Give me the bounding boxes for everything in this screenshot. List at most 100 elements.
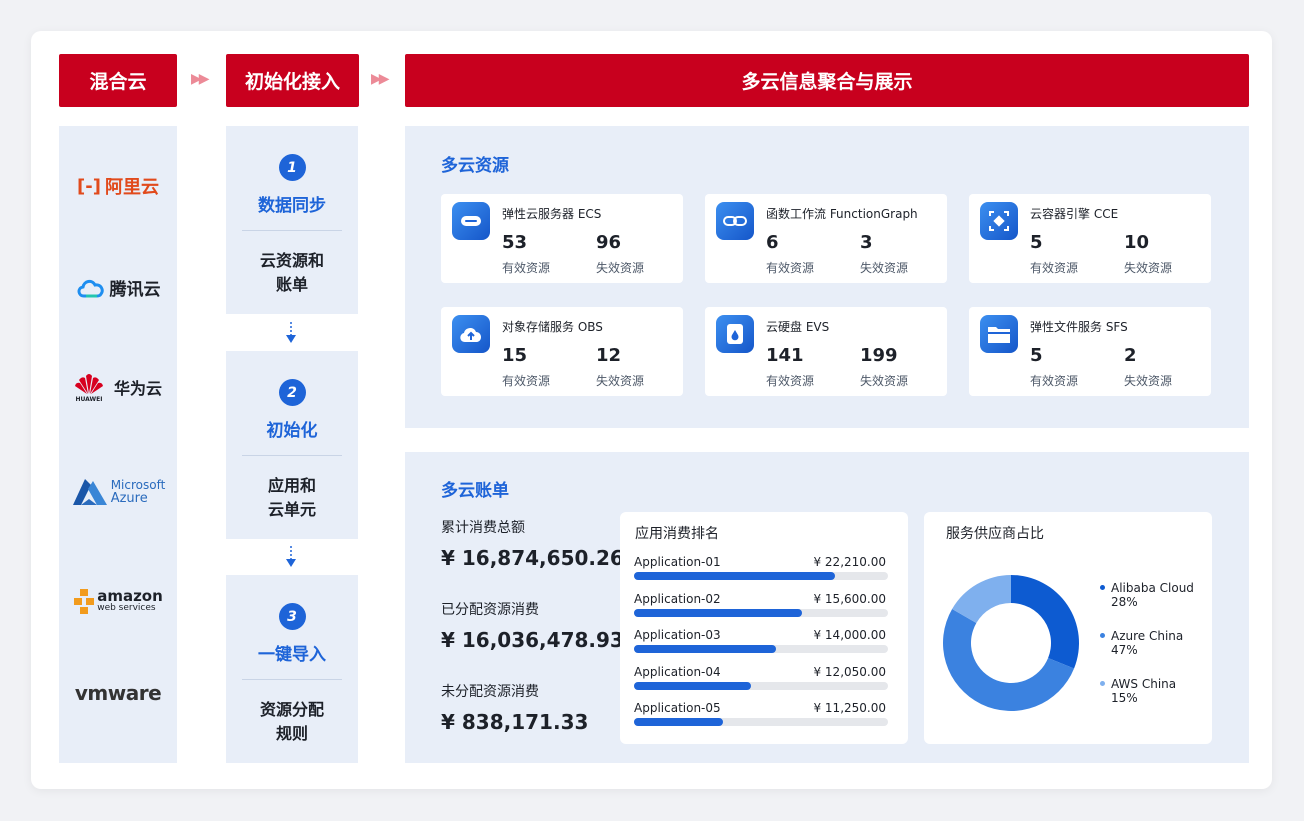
aggregation-header: 多云信息聚合与展示	[405, 54, 1249, 107]
progress-fill	[634, 681, 751, 690]
init-access-header: 初始化接入	[226, 54, 359, 107]
valid-count: 15	[502, 345, 528, 366]
step-1-box: 1 数据同步 云资源和 账单	[226, 126, 358, 314]
azure-icon	[72, 479, 107, 505]
invalid-count: 2	[1124, 345, 1137, 366]
step-desc: 云资源和 账单	[226, 231, 358, 315]
step-title: 初始化	[266, 421, 318, 441]
resource-card[interactable]: 弹性云服务器 ECS 53 96 有效资源 失效资源	[441, 194, 683, 283]
progress-fill	[634, 572, 835, 580]
invalid-label: 失效资源	[860, 374, 909, 388]
disk-icon	[716, 315, 754, 353]
step-desc: 应用和 云单元	[226, 456, 358, 540]
legend-name: AWS China	[1111, 677, 1177, 691]
arrow-down-icon	[286, 322, 296, 343]
step-2-box: 2 初始化 应用和云单元	[226, 351, 358, 539]
step-desc: 资源分配 规则	[226, 680, 358, 764]
legend-name: Azure China	[1111, 629, 1184, 643]
huawei-wordmark: HUAWEI	[75, 395, 103, 403]
app-value: ¥ 12,050.00	[813, 664, 886, 679]
donut-slice[interactable]	[1011, 575, 1079, 669]
resource-card[interactable]: 函数工作流 FunctionGraph 6 3 有效资源 失效资源	[705, 194, 947, 283]
provider-name: 华为云	[113, 379, 162, 398]
allocated-label: 已分配资源消费	[441, 602, 539, 618]
azure-logo: Microsoft Azure	[59, 474, 177, 510]
share-card: 服务供应商占比 Alibaba Cloud 28% Azure China 47% AW…	[924, 512, 1212, 744]
provider-name: web services	[97, 603, 156, 613]
legend-dot-icon	[1100, 633, 1105, 638]
step-number: 3	[278, 603, 306, 630]
ranking-row[interactable]: Application-01 ¥ 22,210.00	[634, 555, 888, 585]
main-card: 混合云 ▶▶ 初始化接入 ▶▶ 多云信息聚合与展示 [-] 阿里云 腾讯云 HU…	[31, 31, 1272, 789]
legend-item: Alibaba Cloud 28%	[1100, 581, 1194, 609]
ranking-row[interactable]: Application-03 ¥ 14,000.00	[634, 628, 888, 658]
aws-logo: amazon web services	[59, 582, 177, 622]
app-name: Application-03	[634, 628, 721, 642]
allocated-value: ¥ 16,036,478.93	[441, 628, 624, 652]
resource-card[interactable]: 弹性文件服务 SFS 5 2 有效资源 失效资源	[969, 307, 1211, 396]
app-name: Application-01	[634, 555, 721, 569]
step-desc-line: 应用和	[267, 476, 316, 495]
invalid-label: 失效资源	[596, 374, 645, 388]
step-desc-line: 云单元	[267, 500, 316, 519]
ranking-row[interactable]: Application-04 ¥ 12,050.00	[634, 665, 888, 695]
resource-card[interactable]: 对象存储服务 OBS 15 12 有效资源 失效资源	[441, 307, 683, 396]
valid-count: 5	[1030, 345, 1043, 366]
valid-count: 5	[1030, 232, 1043, 253]
folder-icon	[980, 315, 1018, 353]
tencent-cloud-icon	[77, 279, 104, 298]
server-icon	[452, 202, 490, 240]
legend-item: Azure China 47%	[1100, 629, 1183, 657]
provider-name: Azure	[110, 491, 148, 506]
app-name: Application-02	[634, 591, 721, 606]
step-desc-line: 资源分配	[259, 700, 324, 719]
valid-label: 有效资源	[502, 374, 551, 388]
unallocated-label: 未分配资源消费	[441, 684, 539, 700]
valid-label: 有效资源	[1030, 261, 1079, 275]
step-3-box: 3 一键导入 资源分配 规则	[226, 575, 358, 763]
app-name: Application-04	[634, 664, 721, 679]
app-value: ¥ 11,250.00	[813, 701, 886, 715]
vmware-logo: vmware	[59, 678, 177, 708]
provider-column: [-] 阿里云 腾讯云 HUAWEI 华为云 Microsoft Azure a…	[59, 126, 177, 763]
alibaba-cloud-logo: [-] 阿里云	[59, 171, 177, 201]
alibaba-mark-icon: [-]	[77, 175, 101, 197]
invalid-label: 失效资源	[1124, 374, 1173, 388]
invalid-count: 10	[1124, 232, 1150, 253]
billing-panel: 多云账单 累计消费总额 ¥ 16,874,650.26 已分配资源消费 ¥ 16…	[405, 452, 1249, 763]
container-icon	[980, 202, 1018, 240]
arrow-right-icon: ▶▶	[371, 71, 389, 87]
legend-dot-icon	[1100, 681, 1105, 686]
legend-pct: 47%	[1111, 643, 1138, 657]
aws-wordmark: amazon web services	[97, 589, 163, 614]
hybrid-cloud-header: 混合云	[59, 54, 177, 107]
provider-name: 阿里云	[104, 177, 159, 198]
link-icon	[716, 202, 754, 240]
progress-track	[634, 608, 888, 617]
resources-panel: 多云资源 弹性云服务器 ECS 53 96 有效资源 失效资源 函数工作流 Functio…	[405, 126, 1249, 428]
invalid-label: 失效资源	[1124, 261, 1173, 275]
resource-name: 云容器引擎 CCE	[1030, 207, 1119, 221]
step-number: 2	[278, 379, 306, 406]
share-title: 服务供应商占比	[946, 526, 1044, 542]
resource-card[interactable]: 云容器引擎 CCE 5 10 有效资源 失效资源	[969, 194, 1211, 283]
legend-pct: 15%	[1111, 691, 1138, 705]
resource-name: 云硬盘 EVS	[766, 320, 830, 334]
ranking-row[interactable]: Application-02 ¥ 15,600.00	[634, 592, 888, 622]
step-title: 一键导入	[258, 645, 326, 665]
valid-label: 有效资源	[766, 261, 815, 275]
step-desc-line: 云资源和	[259, 251, 324, 270]
progress-fill	[634, 608, 802, 617]
cloud-upload-icon	[452, 315, 490, 353]
provider-name: vmware	[74, 681, 162, 705]
invalid-count: 12	[596, 345, 622, 366]
progress-fill	[634, 718, 723, 726]
resource-card[interactable]: 云硬盘 EVS 141 199 有效资源 失效资源	[705, 307, 947, 396]
ranking-row[interactable]: Application-05 ¥ 11,250.00	[634, 701, 888, 731]
progress-track	[634, 572, 888, 580]
legend-pct: 28%	[1111, 595, 1138, 609]
valid-label: 有效资源	[766, 374, 815, 388]
app-value: ¥ 14,000.00	[813, 628, 886, 642]
arrow-right-icon: ▶▶	[191, 71, 209, 87]
progress-track	[634, 681, 888, 690]
